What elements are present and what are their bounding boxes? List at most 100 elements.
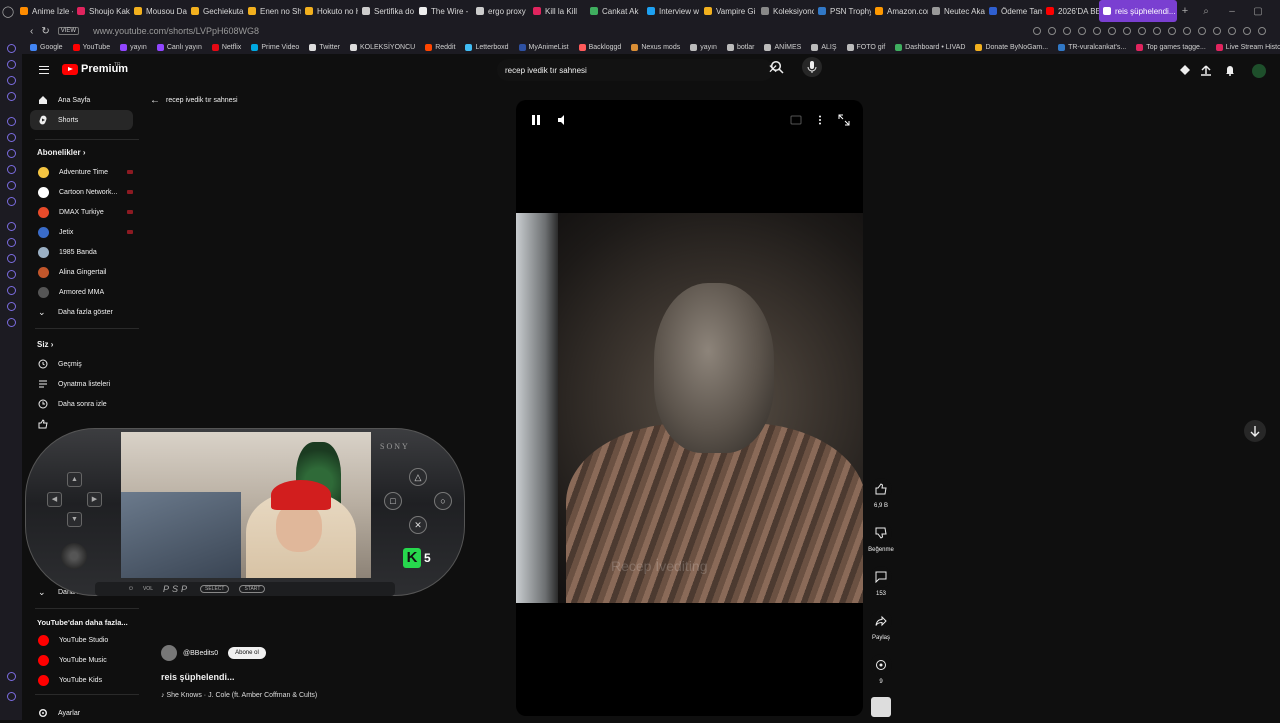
sidebar-item-watch-later[interactable]: Daha sonra izle [30,394,133,414]
sidebar-app-icon[interactable] [7,222,16,231]
back-icon[interactable]: ‹ [30,26,33,37]
bookmark-item[interactable]: yayın [120,43,147,51]
subscriptions-heading[interactable]: Abonelikler › [37,148,85,157]
sidebar-item-subscription[interactable]: 1985 Banda [30,242,133,262]
notifications-icon[interactable] [1224,64,1236,76]
sidebar-app-icon[interactable] [7,318,16,327]
sidebar-app-icon[interactable] [7,149,16,158]
new-tab-button[interactable]: + [1177,5,1193,17]
sidebar-item-home[interactable]: Ana Sayfa [30,90,133,110]
sidebar-app-icon[interactable] [7,286,16,295]
extension-icon[interactable] [1258,27,1266,35]
upload-icon[interactable] [1200,64,1212,76]
close-window-icon[interactable]: ✕ [1271,6,1280,17]
extension-icon[interactable] [1078,27,1086,35]
bookmark-item[interactable]: ANİMES [764,43,801,51]
extension-icon[interactable] [1243,27,1251,35]
browser-tab[interactable]: Amazon.com [871,0,928,22]
tab-active[interactable]: reis şüphelendi... [1099,0,1177,22]
bookmark-item[interactable]: FOTO gif [846,43,885,51]
sidebar-app-icon[interactable] [7,92,16,101]
browser-tab[interactable]: Koleksiyonc [757,0,814,22]
browser-tab[interactable]: Shoujo Kak [73,0,130,22]
bookmark-item[interactable]: TR-vuralcankat's... [1058,43,1126,51]
sidebar-app-icon[interactable] [7,672,16,681]
captions-icon[interactable] [790,114,802,126]
sidebar-item-youtube-studio[interactable]: YouTube Studio [30,630,133,650]
bookmark-item[interactable]: Live Stream Histor... [1215,43,1280,51]
sidebar-app-icon[interactable] [7,238,16,247]
sidebar-item-youtube-music[interactable]: YouTube Music [30,650,133,670]
voice-search-button[interactable] [802,57,822,77]
sidebar-app-icon[interactable] [7,133,16,142]
music-credit[interactable]: ♪ She Knows · J. Cole (ft. Amber Coffman… [161,692,317,699]
pause-icon[interactable] [530,114,542,126]
bookmark-item[interactable]: Prime Video [251,43,299,51]
menu-icon[interactable] [39,66,49,74]
comments-button[interactable]: 153 [866,566,896,597]
extension-icon[interactable] [1213,27,1221,35]
sound-thumbnail[interactable] [871,697,891,717]
browser-tab[interactable]: Enen no Sh [244,0,301,22]
browser-tab[interactable]: ergo proxy [472,0,529,22]
extension-icon[interactable] [1108,27,1116,35]
minimize-icon[interactable]: – [1219,6,1245,17]
search-icon[interactable] [770,60,784,74]
avatar[interactable] [1252,64,1266,78]
sidebar-app-icon[interactable] [7,60,16,69]
show-more-button[interactable]: ⌄ Daha fazla göster [30,302,133,322]
volume-icon[interactable] [557,114,569,126]
dislike-button[interactable]: Beğenme [866,522,896,553]
bookmark-item[interactable]: KOLEKSİYONCU [349,43,415,51]
browser-tab[interactable]: Interview w [643,0,700,22]
more-options-icon[interactable] [814,114,826,126]
bookmark-item[interactable]: Backloggd [578,43,621,51]
fullscreen-icon[interactable] [838,114,850,126]
extension-icon[interactable] [1048,27,1056,35]
channel-handle[interactable]: @BBedits0 [183,650,218,657]
sidebar-item-subscription[interactable]: DMAX Turkiye [30,202,133,222]
browser-tab[interactable]: Sertifika do [358,0,415,22]
view-icon[interactable]: VIEW [57,27,80,35]
bookmark-item[interactable]: Canlı yayın [156,43,202,51]
extension-icon[interactable] [1228,27,1236,35]
subscribe-button[interactable]: Abone ol [228,647,266,659]
sidebar-item-settings[interactable]: Ayarlar [30,703,133,723]
bookmark-item[interactable]: Twitter [309,43,340,51]
sidebar-app-icon[interactable] [7,181,16,190]
extension-icon[interactable] [1168,27,1176,35]
browser-tab[interactable]: The Wire - [415,0,472,22]
channel-avatar[interactable] [161,645,177,661]
bookmark-item[interactable]: Donate ByNoGam... [975,43,1048,51]
browser-tab[interactable]: 2026'DA BE [1042,0,1099,22]
bookmark-item[interactable]: YouTube [72,43,110,51]
browser-tab[interactable]: PSN Trophy [814,0,871,22]
bookmark-item[interactable]: Netflix [211,43,241,51]
shorts-player[interactable]: Recep İvediting [516,100,863,716]
browser-tab[interactable]: Cankat Ak [586,0,643,22]
maximize-icon[interactable]: ▢ [1245,6,1271,17]
extension-icon[interactable] [1138,27,1146,35]
bookmark-item[interactable]: Reddit [425,43,455,51]
share-button[interactable]: Paylaş [866,610,896,641]
extension-icon[interactable] [1063,27,1071,35]
sidebar-app-icon[interactable] [7,117,16,126]
sidebar-app-icon[interactable] [7,270,16,279]
browser-tab[interactable]: Gechiekuta [187,0,244,22]
you-heading[interactable]: Siz › [37,340,53,349]
browser-menu-icon[interactable]: ◯ [0,5,16,18]
video-title[interactable]: reis şüphelendi... [161,672,235,682]
url-field[interactable]: www.youtube.com/shorts/LVPpH608WG8 [93,26,259,36]
extension-icon[interactable] [1198,27,1206,35]
search-input[interactable] [505,65,745,75]
sidebar-item-shorts[interactable]: Shorts [30,110,133,130]
browser-tab[interactable]: Hokuto no H [301,0,358,22]
sidebar-item-subscription[interactable]: Alina Gingertail [30,262,133,282]
browser-tab[interactable]: Anime İzle - [16,0,73,22]
sidebar-item-subscription[interactable]: Adventure Time [30,162,133,182]
bookmark-item[interactable]: ALIŞ [811,43,837,51]
bookmark-item[interactable]: MyAnimeList [518,43,569,51]
browser-tab[interactable]: Ödeme Tam [985,0,1042,22]
browser-tab[interactable]: Kill la Kill [529,0,586,22]
extension-icon[interactable] [1123,27,1131,35]
